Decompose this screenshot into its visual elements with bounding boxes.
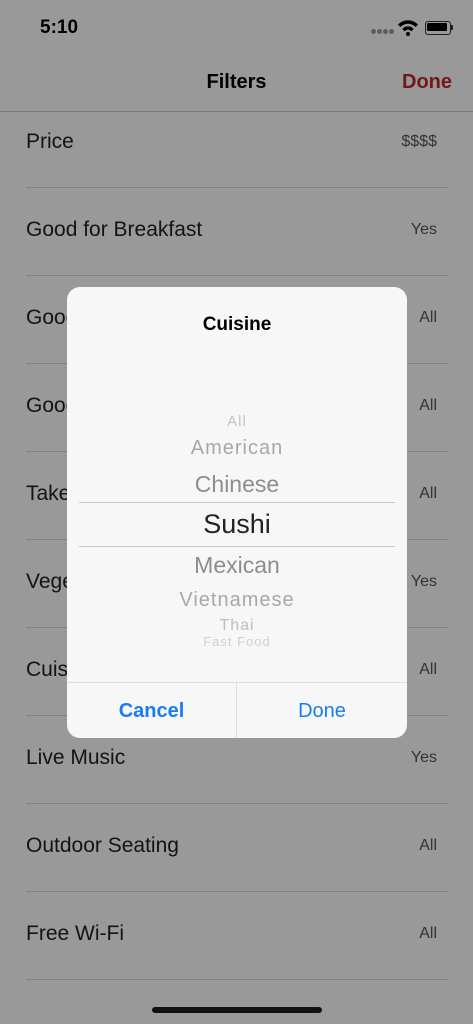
dialog-actions: Cancel Done [67, 682, 407, 738]
picker-option[interactable]: Mexican [79, 552, 395, 579]
picker-option[interactable]: Fast Food [79, 636, 395, 646]
picker-selection-line-bottom [79, 546, 395, 547]
dialog-title: Cuisine [202, 314, 272, 335]
picker-selection-line-top [79, 502, 395, 503]
picker-option[interactable]: All [79, 413, 395, 430]
filters-screen: 5:10 Filters Done Price $$$$ Good for Br… [0, 0, 473, 1024]
picker-option[interactable]: Thai [79, 617, 395, 635]
picker-option[interactable]: American [79, 437, 395, 460]
picker-option-selected[interactable]: Sushi [79, 509, 395, 540]
home-indicator[interactable] [152, 1007, 322, 1013]
dialog-done-button[interactable]: Done [237, 683, 407, 738]
cancel-button[interactable]: Cancel [67, 683, 236, 738]
cuisine-picker-dialog: Cuisine All American Chinese Sushi Mexic… [67, 287, 407, 738]
cuisine-picker[interactable]: All American Chinese Sushi Mexican Vietn… [79, 397, 395, 647]
picker-option[interactable]: Chinese [79, 471, 395, 498]
picker-option[interactable]: Vietnamese [79, 589, 395, 612]
